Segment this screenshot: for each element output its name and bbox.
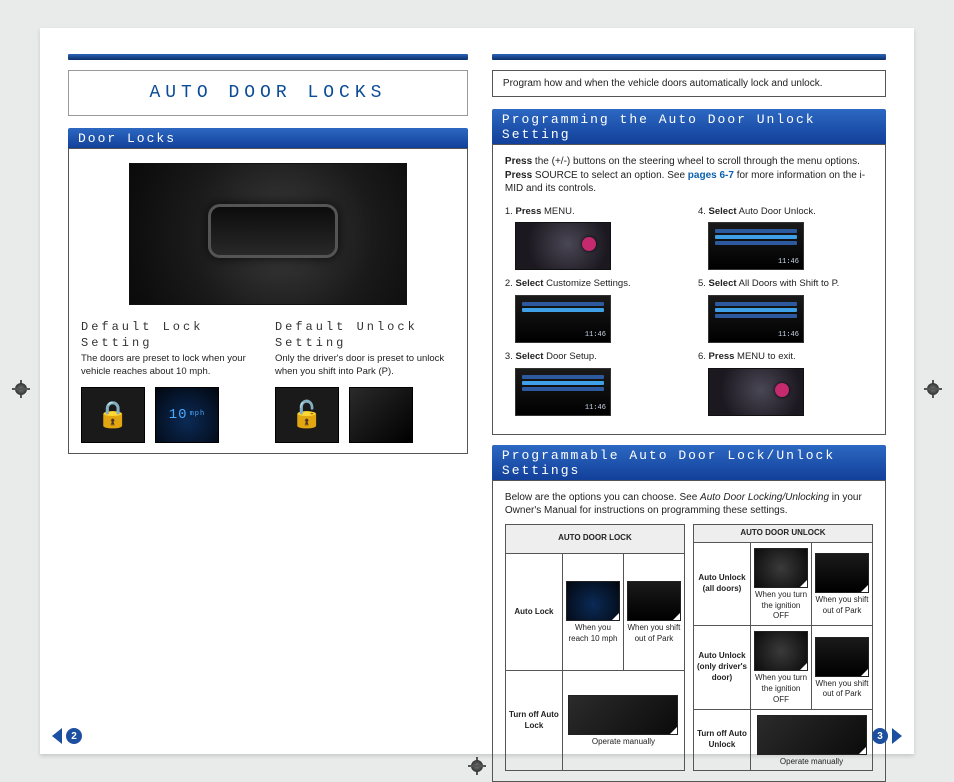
- step1-image: [515, 222, 611, 270]
- lock-icon-thumb: 🔒: [81, 387, 145, 443]
- step4-image: 11:46: [708, 222, 804, 270]
- page-number-right: 3: [872, 728, 902, 744]
- section-heading-door-locks: Door Locks: [68, 128, 468, 148]
- step2-image: 11:46: [515, 295, 611, 343]
- opt-img-manual-lock: [568, 695, 678, 735]
- shifter-thumb: [349, 387, 413, 443]
- right-page: Program how and when the vehicle doors a…: [492, 54, 886, 742]
- programming-intro: Press the (+/-) buttons on the steering …: [505, 155, 873, 196]
- options-intro: Below are the options you can choose. Se…: [505, 491, 873, 518]
- page-spread: AUTO DOOR LOCKS Door Locks Default Lock …: [40, 28, 914, 754]
- opt-img-ign2: [754, 631, 808, 671]
- step3-image: 11:46: [515, 368, 611, 416]
- options-box: Below are the options you can choose. Se…: [492, 480, 886, 782]
- section-heading-options: Programmable Auto Door Lock/Unlock Setti…: [492, 445, 886, 480]
- opt-img-ign1: [754, 548, 808, 588]
- door-handle-photo: [129, 163, 407, 305]
- default-unlock-heading: Default Unlock Setting: [275, 319, 455, 351]
- default-lock-text: The doors are preset to lock when your v…: [81, 353, 261, 379]
- opt-img-shift: [627, 581, 681, 621]
- programming-box: Press the (+/-) buttons on the steering …: [492, 144, 886, 435]
- lock-icon: 🔒: [82, 388, 144, 442]
- crop-mark-right: [924, 380, 942, 398]
- door-locks-box: Default Lock Setting The doors are prese…: [68, 148, 468, 454]
- step6-image: [708, 368, 804, 416]
- opt-img-shift2: [815, 637, 869, 677]
- opt-img-manual-unlock: [757, 715, 867, 755]
- default-unlock-text: Only the driver's door is preset to unlo…: [275, 353, 455, 379]
- top-description: Program how and when the vehicle doors a…: [492, 70, 886, 97]
- steps-left-column: 1. Press MENU. 2. Select Customize Setti…: [505, 202, 680, 424]
- unlock-icon-thumb: 🔓: [275, 387, 339, 443]
- main-title: AUTO DOOR LOCKS: [68, 70, 468, 116]
- page-number-left: 2: [52, 728, 82, 744]
- left-page: AUTO DOOR LOCKS Door Locks Default Lock …: [68, 54, 468, 742]
- step5-image: 11:46: [708, 295, 804, 343]
- opt-img-speed: [566, 581, 620, 621]
- auto-door-lock-table: AUTO DOOR LOCK Auto Lock When you reach …: [505, 524, 685, 771]
- section-heading-programming: Programming the Auto Door Unlock Setting: [492, 109, 886, 144]
- default-lock-heading: Default Lock Setting: [81, 319, 261, 351]
- steps-right-column: 4. Select Auto Door Unlock. 11:46 5. Sel…: [698, 202, 873, 424]
- crop-mark-bottom: [468, 757, 486, 775]
- crop-mark-left: [12, 380, 30, 398]
- opt-img-shift1: [815, 553, 869, 593]
- accent-bar-right: [492, 54, 886, 60]
- speedometer-thumb: 10mph: [155, 387, 219, 443]
- auto-door-unlock-table: AUTO DOOR UNLOCK Auto Unlock (all doors)…: [693, 524, 873, 771]
- accent-bar-left: [68, 54, 468, 60]
- pages-link[interactable]: pages 6-7: [688, 170, 734, 181]
- unlock-icon: 🔓: [276, 388, 338, 442]
